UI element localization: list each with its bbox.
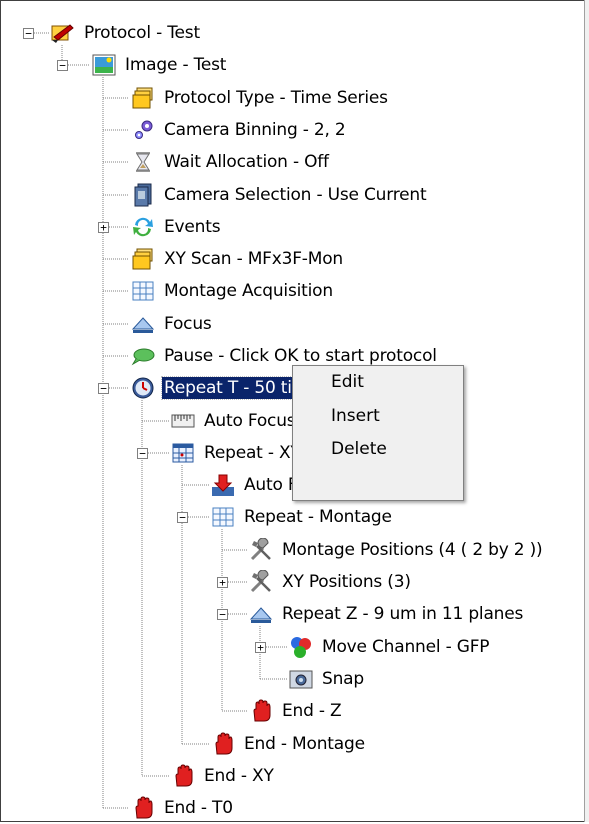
folder-stack-icon <box>130 246 156 272</box>
tree-node[interactable]: Move Channel - GFP <box>288 631 491 663</box>
tree-node-label: End - Z <box>282 701 342 721</box>
tree-node-label: Protocol Type - Time Series <box>164 88 388 108</box>
expand-toggle[interactable]: + <box>255 642 266 653</box>
expand-toggle[interactable]: + <box>98 222 109 233</box>
xy-grid-icon <box>170 440 196 466</box>
tree-node[interactable]: Protocol - Test <box>50 17 202 49</box>
tree-node-label: Camera Selection - Use Current <box>164 185 427 205</box>
collapse-toggle[interactable]: − <box>217 609 228 620</box>
tree-node[interactable]: Events <box>130 211 222 243</box>
clock-icon <box>130 375 156 401</box>
tree-node[interactable]: Snap <box>288 663 366 695</box>
download-arrow-icon <box>210 472 236 498</box>
tree-node[interactable]: Repeat Z - 9 um in 11 planes <box>248 598 525 630</box>
collapse-toggle[interactable]: − <box>57 60 68 71</box>
camera-select-icon <box>130 182 156 208</box>
channel-dots-icon <box>288 634 314 660</box>
snap-camera-icon <box>288 666 314 692</box>
tree-node-label: Wait Allocation - Off <box>164 152 329 172</box>
context-menu: Edit Insert Delete <box>292 365 464 501</box>
hand-stop-icon <box>130 795 156 821</box>
tree-node-label: Snap <box>322 669 364 689</box>
protocol-icon <box>50 20 76 46</box>
tree-node-label: XY Scan - MFx3F-Mon <box>164 249 343 269</box>
tree-node-label: Events <box>164 217 221 237</box>
tree-node-label: Image - Test <box>125 55 227 75</box>
tree-node-label: Repeat Z - 9 um in 11 planes <box>282 604 524 624</box>
tree-node-label: Camera Binning - 2, 2 <box>164 120 346 140</box>
expand-toggle[interactable]: + <box>217 577 228 588</box>
tree-node-label: Move Channel - GFP <box>322 637 490 657</box>
tree-node-label: End - T0 <box>164 798 233 818</box>
tree-node-label: Montage Acquisition <box>164 281 333 301</box>
tree-node[interactable]: Focus <box>130 308 214 340</box>
tree-node[interactable]: XY Positions (3) <box>248 566 413 598</box>
hourglass-icon <box>130 149 156 175</box>
tools-icon <box>248 569 274 595</box>
tree-node[interactable]: Montage Positions (4 ( 2 by 2 )) <box>248 534 544 566</box>
folder-stack-icon <box>130 85 156 111</box>
ruler-icon <box>170 408 196 434</box>
tree-node[interactable]: End - XY <box>170 760 276 792</box>
tree-node[interactable]: Protocol Type - Time Series <box>130 82 390 114</box>
tree-node-label: Repeat - XY <box>204 443 301 463</box>
tree-node-label: Montage Positions (4 ( 2 by 2 )) <box>282 540 543 560</box>
speech-bubble-icon <box>130 343 156 369</box>
context-menu-insert[interactable]: Insert <box>331 406 380 426</box>
events-arrows-icon <box>130 214 156 240</box>
tree-node[interactable]: Wait Allocation - Off <box>130 146 331 178</box>
hand-stop-icon <box>210 731 236 757</box>
hand-stop-icon <box>170 763 196 789</box>
grid-icon <box>130 278 156 304</box>
tree-node[interactable]: Camera Selection - Use Current <box>130 179 428 211</box>
hand-stop-icon <box>248 698 274 724</box>
tree-node[interactable]: Repeat - XY <box>170 437 303 469</box>
collapse-toggle[interactable]: − <box>23 28 34 39</box>
gears-icon <box>130 117 156 143</box>
tree-node[interactable]: End - Montage <box>210 728 367 760</box>
context-menu-delete[interactable]: Delete <box>331 439 387 459</box>
tree-node[interactable]: Camera Binning - 2, 2 <box>130 114 348 146</box>
tree-node-label: Repeat - Montage <box>244 507 392 527</box>
tree-node[interactable]: Montage Acquisition <box>130 275 335 307</box>
tree-node[interactable]: Image - Test <box>91 49 228 81</box>
tree-node[interactable]: XY Scan - MFx3F-Mon <box>130 243 345 275</box>
tools-icon <box>248 537 274 563</box>
tree-node[interactable]: Repeat - Montage <box>210 501 394 533</box>
tree-node-label: Focus <box>164 314 212 334</box>
grid-icon <box>210 504 236 530</box>
triangle-focus-icon <box>248 601 274 627</box>
collapse-toggle[interactable]: − <box>137 448 148 459</box>
collapse-toggle[interactable]: − <box>98 383 109 394</box>
triangle-focus-icon <box>130 311 156 337</box>
context-menu-edit[interactable]: Edit <box>331 372 364 392</box>
tree-node-label: Protocol - Test <box>84 23 200 43</box>
tree-node-label: XY Positions (3) <box>282 572 411 592</box>
tree-node[interactable]: End - T0 <box>130 792 235 824</box>
image-icon <box>91 52 117 78</box>
tree-node-label: End - XY <box>204 766 274 786</box>
tree-node-label: End - Montage <box>244 734 365 754</box>
tree-node[interactable]: End - Z <box>248 695 344 727</box>
tree-node-label: Pause - Click OK to start protocol <box>164 346 437 366</box>
collapse-toggle[interactable]: − <box>177 512 188 523</box>
